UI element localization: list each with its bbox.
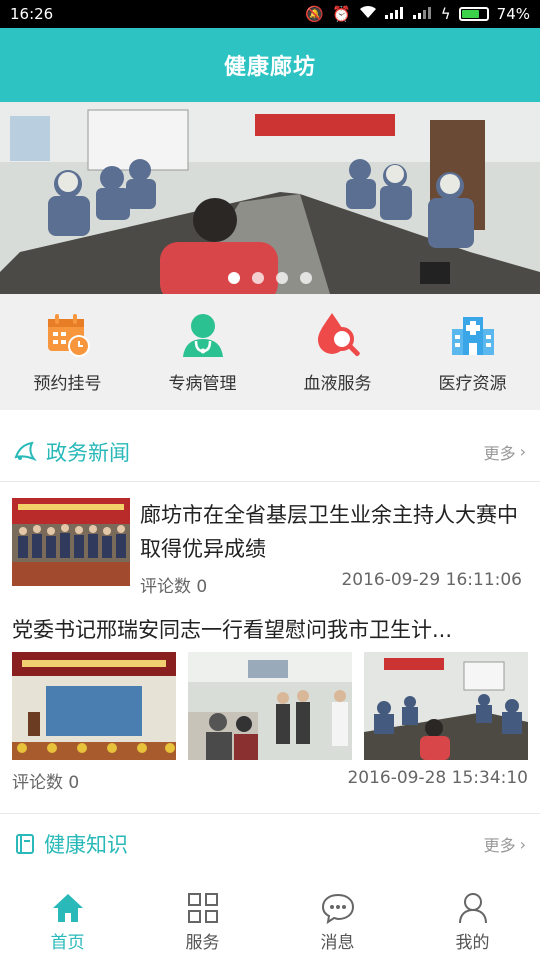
tab-home[interactable]: 首页	[0, 884, 135, 960]
news-item[interactable]: 党委书记邢瑞安同志一行看望慰问我市卫生计... 评论数 0 2016-09-28…	[0, 604, 540, 814]
calendar-clock-icon	[47, 313, 90, 357]
blood-search-icon	[317, 312, 360, 356]
quick-item-label: 预约挂号	[33, 373, 102, 394]
bottom-tab-bar: 首页 服务 消息 我的	[0, 884, 540, 960]
more-label: 更多	[483, 836, 516, 855]
news-section-title: 政务新闻	[14, 437, 130, 467]
news-section-header: 政务新闻 更多 ›	[0, 422, 540, 482]
tab-label: 首页	[50, 932, 85, 953]
news-images	[12, 652, 528, 760]
status-icons: 🔕 ⏰ ϟ 74%	[305, 5, 530, 23]
battery-fill	[461, 10, 479, 18]
quick-item-medical-resources[interactable]: 医疗资源	[405, 294, 540, 410]
quick-item-label: 医疗资源	[438, 373, 507, 394]
tab-label: 我的	[455, 932, 490, 953]
carousel-indicator	[0, 272, 540, 284]
quick-item-disease-management[interactable]: 专病管理	[135, 294, 270, 410]
knowledge-more-link[interactable]: 更多 ›	[484, 832, 526, 856]
charging-icon: ϟ	[440, 5, 451, 23]
chevron-right-icon: ›	[519, 834, 526, 854]
knowledge-section-title: 健康知识	[14, 829, 128, 859]
tab-messages[interactable]: 消息	[270, 884, 405, 960]
home-icon	[52, 893, 83, 922]
news-title: 廊坊市在全省基层卫生业余主持人大赛中取得优异成绩	[140, 503, 518, 561]
quick-item-label: 血液服务	[303, 373, 372, 394]
tab-service[interactable]: 服务	[135, 884, 270, 960]
news-meta: 评论数 0 2016-09-28 15:34:10	[12, 768, 528, 793]
news-image	[364, 652, 528, 760]
battery-icon	[458, 7, 489, 21]
news-comment-count: 评论数 0	[12, 773, 80, 793]
app-header: 健康廊坊	[0, 28, 540, 102]
carousel-dot[interactable]	[252, 272, 264, 284]
signal-icon-2	[412, 5, 433, 23]
chevron-right-icon: ›	[519, 442, 526, 461]
message-icon	[321, 893, 354, 924]
carousel-dot[interactable]	[228, 272, 240, 284]
hospital-icon	[451, 316, 494, 355]
news-comment-count: 评论数 0	[140, 577, 208, 597]
news-body: 廊坊市在全省基层卫生业余主持人大赛中取得优异成绩 评论数 0 2016-09-2…	[130, 498, 528, 604]
news-time: 2016-09-28 15:34:10	[347, 768, 528, 788]
status-time: 16:26	[10, 5, 54, 23]
divider	[0, 410, 540, 422]
section-title-text: 健康知识	[44, 833, 128, 857]
doctor-icon	[182, 313, 223, 357]
news-item[interactable]: 廊坊市在全省基层卫生业余主持人大赛中取得优异成绩 评论数 0 2016-09-2…	[0, 482, 540, 604]
grid-icon	[187, 892, 218, 923]
news-thumbnail	[12, 498, 130, 586]
carousel-dot[interactable]	[276, 272, 288, 284]
book-icon	[16, 834, 34, 854]
more-label: 更多	[483, 443, 516, 463]
quick-item-appointment[interactable]: 预约挂号	[0, 294, 135, 410]
tab-profile[interactable]: 我的	[405, 884, 540, 960]
megaphone-icon	[14, 441, 37, 461]
tab-label: 消息	[320, 932, 355, 953]
status-bar: 16:26 🔕 ⏰ ϟ 74%	[0, 0, 540, 28]
user-icon	[458, 892, 487, 923]
knowledge-section-header: 健康知识 更多 ›	[0, 814, 540, 874]
news-image	[188, 652, 352, 760]
alarm-icon: ⏰	[332, 5, 351, 23]
banner-image	[0, 102, 540, 294]
quick-item-label: 专病管理	[168, 373, 237, 394]
tab-label: 服务	[185, 932, 220, 953]
mute-icon: 🔕	[305, 5, 325, 23]
news-more-link[interactable]: 更多 ›	[484, 440, 526, 464]
quick-item-blood-service[interactable]: 血液服务	[270, 294, 405, 410]
news-time: 2016-09-29 16:11:06	[341, 570, 522, 590]
carousel-dot[interactable]	[300, 272, 312, 284]
news-image	[12, 652, 176, 760]
banner-carousel[interactable]	[0, 102, 540, 294]
wifi-icon	[359, 5, 377, 23]
news-title: 党委书记邢瑞安同志一行看望慰问我市卫生计...	[12, 618, 453, 642]
page-title: 健康廊坊	[223, 55, 316, 80]
signal-icon	[384, 5, 405, 23]
quick-menu: 预约挂号 专病管理 血液服务 医疗资源	[0, 294, 540, 410]
section-title-text: 政务新闻	[46, 440, 130, 465]
battery-percent: 74%	[496, 5, 530, 23]
